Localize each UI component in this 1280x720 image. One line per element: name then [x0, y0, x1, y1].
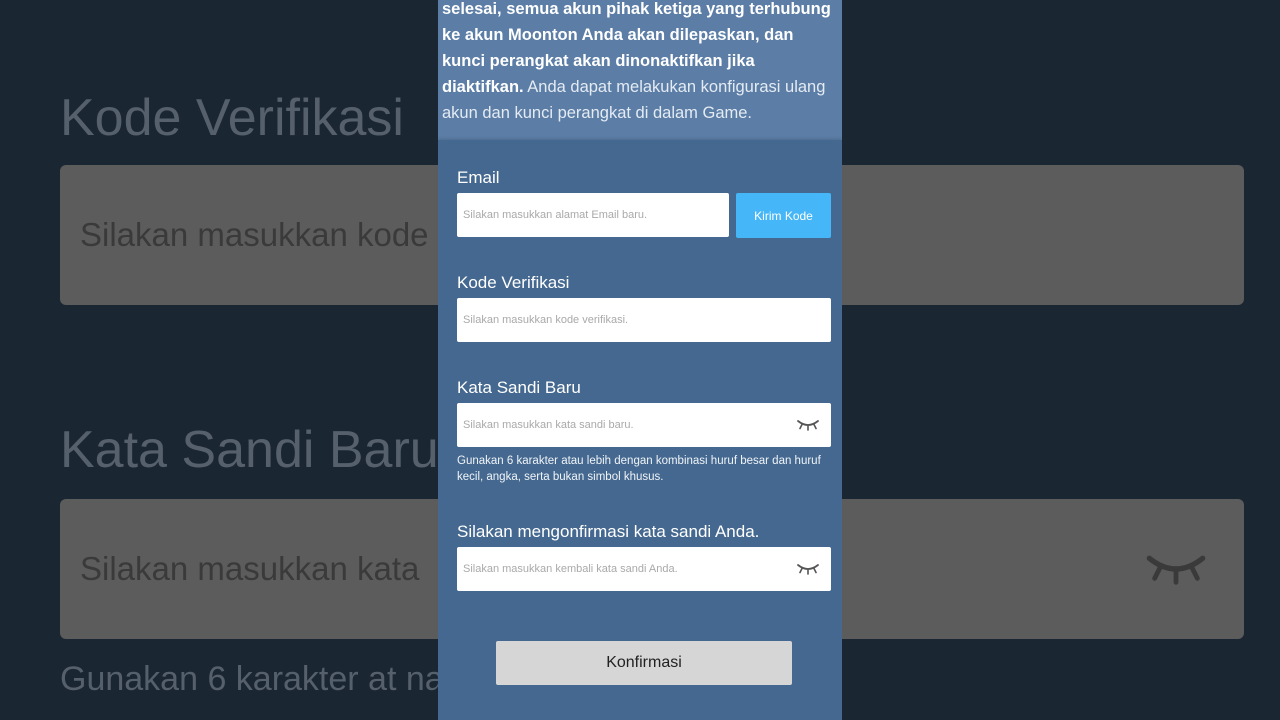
email-input[interactable]: [457, 193, 729, 237]
bg-verification-title: Kode Verifikasi: [60, 89, 404, 147]
bg-new-password-title: Kata Sandi Baru: [60, 421, 439, 479]
intro-text: selesai, semua akun pihak ketiga yang te…: [442, 0, 838, 126]
verification-code-input[interactable]: [457, 298, 831, 342]
verification-code-label: Kode Verifikasi: [457, 273, 570, 292]
confirm-eye-closed-icon[interactable]: [796, 561, 820, 577]
change-email-form: Email Kirim Kode Kode Verifikasi Kata Sa…: [438, 140, 842, 720]
new-password-input[interactable]: [457, 403, 831, 447]
new-password-label: Kata Sandi Baru: [457, 378, 581, 397]
phone-screen: selesai, semua akun pihak ketiga yang te…: [438, 0, 842, 720]
password-hint: Gunakan 6 karakter atau lebih dengan kom…: [457, 455, 821, 483]
confirm-button[interactable]: Konfirmasi: [496, 641, 792, 685]
bg-eye-closed-icon: [1146, 555, 1206, 585]
confirm-password-label: Silakan mengonfirmasi kata sandi Anda.: [457, 522, 760, 541]
email-label: Email: [457, 168, 500, 187]
send-code-button[interactable]: Kirim Kode: [736, 193, 831, 238]
bg-verification-placeholder: Silakan masukkan kode: [80, 216, 429, 253]
eye-closed-icon[interactable]: [796, 417, 820, 433]
bg-new-password-placeholder: Silakan masukkan kata: [80, 550, 420, 587]
confirm-password-input[interactable]: [457, 547, 831, 591]
